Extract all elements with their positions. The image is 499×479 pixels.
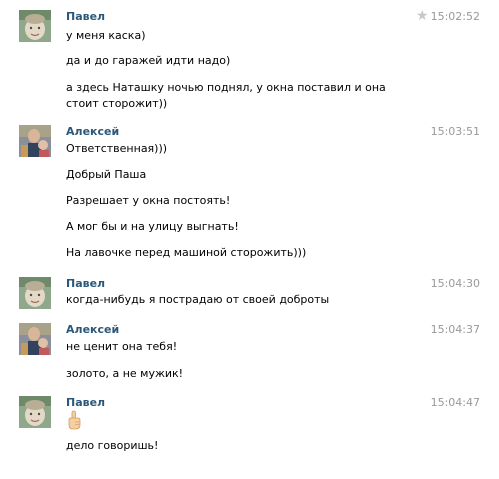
author-name[interactable]: Павел xyxy=(66,396,105,409)
child-photo xyxy=(19,396,51,428)
message-text: а здесь Наташку ночью поднял, у окна пос… xyxy=(66,81,386,110)
message-text: когда-нибудь я пострадаю от своей доброт… xyxy=(66,293,330,306)
author-name[interactable]: Алексей xyxy=(66,323,119,336)
child-photo xyxy=(19,10,51,42)
message-time[interactable]: 15:04:37 xyxy=(431,323,480,336)
message-text: у меня каска) xyxy=(66,29,146,42)
message-time[interactable]: 15:04:47 xyxy=(431,396,480,409)
child-photo xyxy=(19,277,51,309)
message-text: дело говоришь! xyxy=(66,439,159,452)
star-icon[interactable]: ★ xyxy=(416,9,429,23)
pointing-up-emoji xyxy=(66,410,84,432)
message-text: золото, а не мужик! xyxy=(66,367,184,380)
avatar[interactable] xyxy=(19,10,51,42)
message-time[interactable]: 15:02:52 xyxy=(431,10,480,23)
message-time[interactable]: 15:04:30 xyxy=(431,277,480,290)
author-name[interactable]: Алексей xyxy=(66,125,119,138)
man-with-child-photo xyxy=(19,125,51,157)
message-time[interactable]: 15:03:51 xyxy=(431,125,480,138)
avatar[interactable] xyxy=(19,323,51,355)
message-text: А мог бы и на улицу выгнать! xyxy=(66,220,239,233)
avatar[interactable] xyxy=(19,125,51,157)
message-text: Добрый Паша xyxy=(66,168,147,181)
message-text: не ценит она тебя! xyxy=(66,340,178,353)
message-text: Разрешает у окна постоять! xyxy=(66,194,231,207)
avatar[interactable] xyxy=(19,396,51,428)
message-text: На лавочке перед машиной сторожить))) xyxy=(66,246,307,259)
man-with-child-photo xyxy=(19,323,51,355)
message-text: да и до гаражей идти надо) xyxy=(66,54,231,67)
avatar[interactable] xyxy=(19,277,51,309)
author-name[interactable]: Павел xyxy=(66,277,105,290)
author-name[interactable]: Павел xyxy=(66,10,105,23)
message-text: Ответственная))) xyxy=(66,142,168,155)
